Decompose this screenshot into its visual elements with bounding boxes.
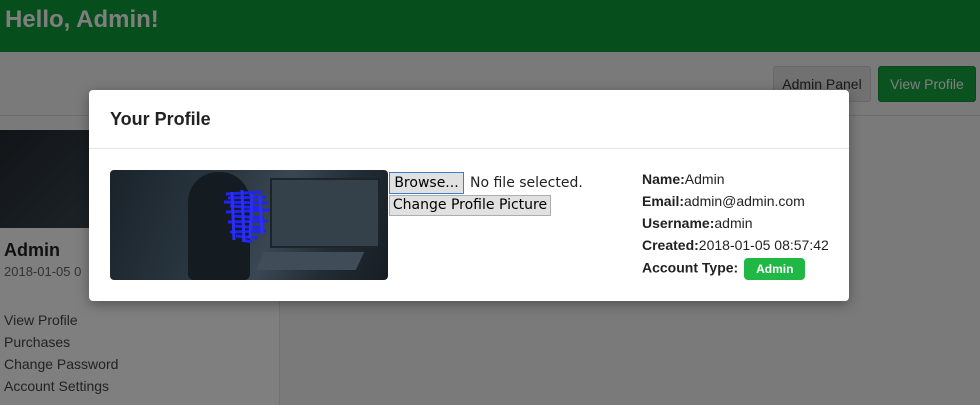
account-type-badge: Admin: [744, 258, 806, 280]
profile-picture: [110, 170, 388, 280]
info-created-row: Created:2018-01-05 08:57:42: [642, 237, 829, 253]
picture-monitor-shape: [270, 178, 380, 248]
change-profile-picture-button[interactable]: Change Profile Picture: [389, 195, 551, 216]
picture-keyboard-shape: [255, 252, 365, 270]
info-name-value: Admin: [684, 171, 725, 187]
browse-file-button[interactable]: Browse...: [389, 172, 464, 194]
info-name-row: Name:Admin: [642, 171, 724, 187]
info-username-row: Username:admin: [642, 215, 753, 231]
info-created-label: Created:: [642, 237, 699, 253]
info-username-label: Username:: [642, 215, 715, 231]
info-account-type-label: Account Type:: [642, 259, 739, 276]
file-status-text: No file selected.: [470, 175, 583, 191]
modal-title: Your Profile: [110, 109, 211, 129]
modal-header: Your Profile: [89, 90, 849, 149]
info-account-type-row: Account Type: Admin: [642, 258, 806, 280]
info-email-value: admin@admin.com: [684, 193, 805, 209]
profile-modal: Your Profile Browse... No file selected.…: [89, 90, 849, 301]
picture-scribble-overlay: [223, 189, 271, 244]
info-created-value: 2018-01-05 08:57:42: [698, 237, 829, 253]
info-email-label: Email:: [642, 193, 685, 209]
info-username-value: admin: [714, 215, 753, 231]
info-email-row: Email:admin@admin.com: [642, 193, 805, 209]
info-name-label: Name:: [642, 171, 685, 187]
